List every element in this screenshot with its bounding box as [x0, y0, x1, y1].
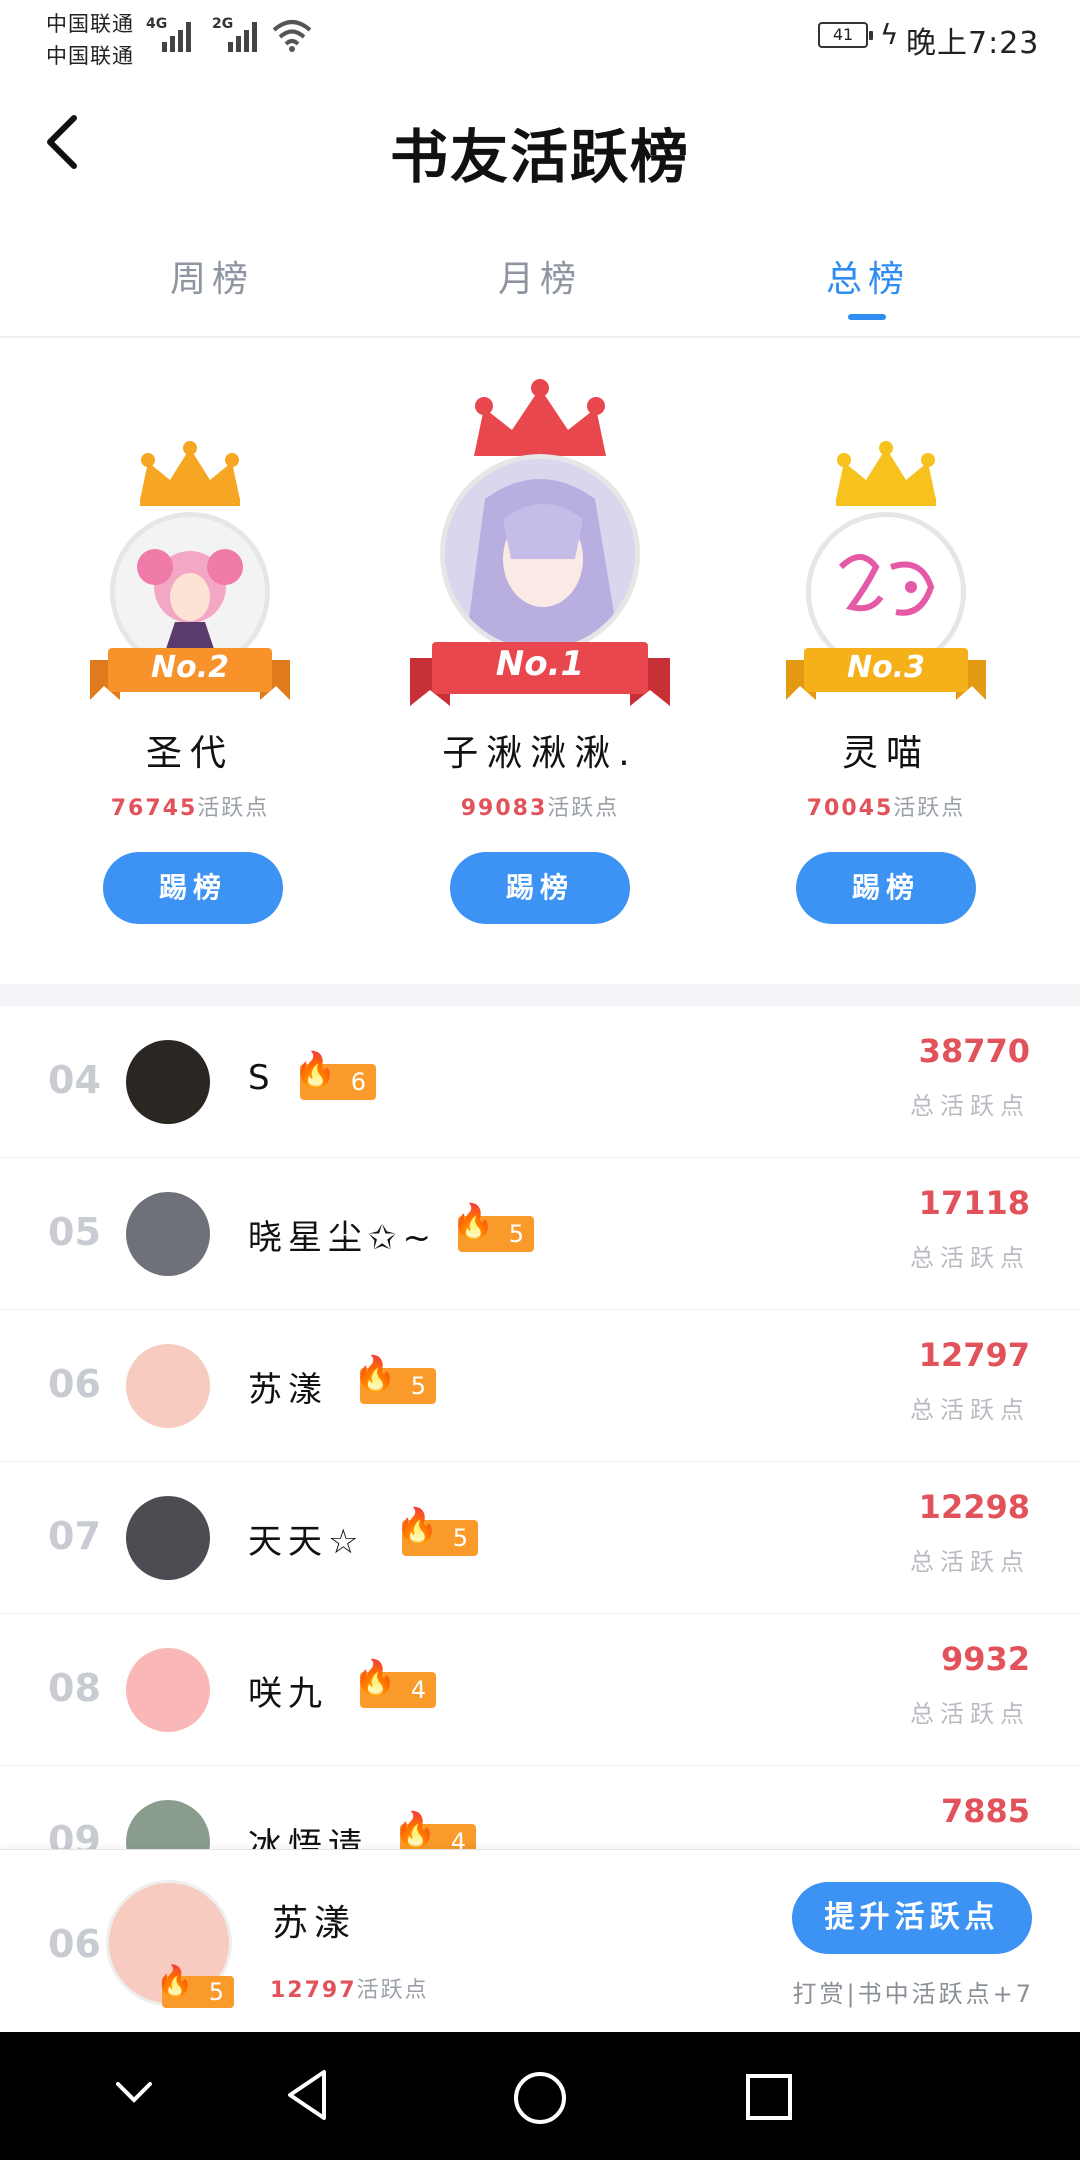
level-badge: 🔥 5: [354, 1356, 436, 1404]
level-badge: 🔥 5: [156, 1966, 234, 2008]
avatar[interactable]: [126, 1344, 210, 1428]
kick-button[interactable]: 踢榜: [796, 852, 976, 924]
list-item[interactable]: 08 咲九 🔥 4 9932 总活跃点: [0, 1614, 1080, 1766]
signal-icon-2: [228, 14, 257, 52]
score-unit: 总活跃点: [910, 1700, 1030, 1728]
rank-number: 04: [48, 1058, 101, 1102]
podium-score: 99083: [460, 796, 548, 821]
user-name: S: [248, 1058, 276, 1098]
section-divider: [0, 984, 1080, 1006]
my-rank-bar: 06 🔥 5 苏漾 12797活跃点 提升活跃点 打赏|书中活跃点+7: [0, 1850, 1080, 2032]
list-item[interactable]: 04 S 🔥 6 38770 总活跃点: [0, 1006, 1080, 1158]
flame-icon: 🔥: [394, 1810, 437, 1850]
score: 38770: [918, 1032, 1030, 1070]
score: 9932: [940, 1640, 1030, 1678]
user-name: 冰悟请: [248, 1826, 368, 1850]
rank-number: 09: [48, 1818, 101, 1850]
kick-button[interactable]: 踢榜: [103, 852, 283, 924]
user-name: 苏漾: [248, 1370, 328, 1410]
tab-total[interactable]: 总榜: [778, 250, 958, 302]
score: 12298: [918, 1488, 1030, 1526]
tab-bar: 周榜 月榜 总榜: [0, 250, 1080, 320]
avatar-image: [445, 459, 635, 649]
podium-score: 76745: [110, 796, 198, 821]
rank-number: 05: [48, 1210, 101, 1254]
podium-name: 灵喵: [841, 733, 930, 774]
level-badge: 🔥 4: [394, 1812, 476, 1849]
charging-icon: ϟ: [880, 18, 899, 51]
crown-icon: [140, 441, 240, 506]
podium-name: 圣代: [145, 733, 234, 774]
podium-name: 子湫湫湫.: [442, 733, 638, 774]
rank-badge: No.2: [151, 650, 229, 685]
level-badge: 🔥 5: [396, 1508, 478, 1556]
level-badge: 🔥 4: [354, 1660, 436, 1708]
my-score-unit: 活跃点: [356, 1978, 429, 2003]
carrier-1: 中国联通: [46, 12, 134, 36]
clock: 晚上7:23: [906, 26, 1040, 61]
podium-score-unit: 活跃点: [547, 796, 620, 821]
signal-icon: [162, 14, 191, 52]
kick-button[interactable]: 踢榜: [450, 852, 630, 924]
user-name: 天天☆: [248, 1522, 365, 1562]
system-nav-bar: [0, 2032, 1080, 2160]
tab-monthly[interactable]: 月榜: [450, 250, 630, 302]
podium-score: 70045: [806, 796, 894, 821]
boost-tip: 打赏|书中活跃点+7: [792, 1980, 1034, 2008]
crown-icon: [836, 441, 936, 506]
list-item[interactable]: 05 晓星尘✩~ 🔥 5 17118 总活跃点: [0, 1158, 1080, 1310]
flame-icon: 🔥: [156, 1964, 194, 1999]
rank-number: 06: [48, 1362, 101, 1406]
score: 7885: [940, 1792, 1030, 1830]
avatar[interactable]: [126, 1648, 210, 1732]
rank-number: 08: [48, 1666, 101, 1710]
podium-score-unit: 活跃点: [893, 796, 966, 821]
list-item[interactable]: 07 天天☆ 🔥 5 12298 总活跃点: [0, 1462, 1080, 1614]
avatar[interactable]: [126, 1800, 210, 1849]
nav-collapse-icon[interactable]: [114, 2080, 154, 2104]
my-rank-number: 06: [48, 1922, 101, 1966]
rank-badge: No.3: [847, 650, 925, 685]
my-score: 12797: [270, 1978, 357, 2003]
level-badge: 🔥 5: [452, 1204, 534, 1252]
user-name: 晓星尘✩~: [248, 1218, 437, 1258]
list-item[interactable]: 06 苏漾 🔥 5 12797 总活跃点: [0, 1310, 1080, 1462]
avatar[interactable]: [440, 454, 640, 654]
flame-icon: 🔥: [396, 1506, 439, 1546]
score: 12797: [918, 1336, 1030, 1374]
score: 17118: [918, 1184, 1030, 1222]
avatar[interactable]: [126, 1192, 210, 1276]
flame-icon: 🔥: [452, 1202, 495, 1242]
nav-home-icon[interactable]: [512, 2070, 568, 2126]
avatar[interactable]: [126, 1040, 210, 1124]
tab-active-indicator: [848, 314, 886, 320]
battery-icon: 41: [818, 22, 873, 48]
level-badge: 🔥 6: [294, 1052, 376, 1100]
nav-back-icon[interactable]: [284, 2068, 332, 2122]
carrier-2: 中国联通: [46, 44, 134, 68]
my-name: 苏漾: [272, 1903, 357, 1944]
boost-activity-button[interactable]: 提升活跃点: [792, 1882, 1032, 1954]
status-bar: 中国联通 中国联通 4G 2G 41 ϟ 晚上7:23: [0, 0, 1080, 70]
score-unit: 总活跃点: [910, 1548, 1030, 1576]
nav-recent-icon[interactable]: [744, 2072, 794, 2122]
flame-icon: 🔥: [294, 1050, 337, 1090]
flame-icon: 🔥: [354, 1354, 397, 1394]
flame-icon: 🔥: [354, 1658, 397, 1698]
score-unit: 总活跃点: [910, 1092, 1030, 1120]
rank-number: 07: [48, 1514, 101, 1558]
podium-score-unit: 活跃点: [197, 796, 270, 821]
tab-weekly[interactable]: 周榜: [122, 250, 302, 302]
divider: [0, 336, 1080, 338]
score-unit: 总活跃点: [910, 1244, 1030, 1272]
score-unit: 总活跃点: [910, 1396, 1030, 1424]
page-title: 书友活跃榜: [389, 123, 690, 191]
rank-badge: No.1: [495, 644, 585, 684]
avatar[interactable]: [126, 1496, 210, 1580]
user-name: 咲九: [248, 1674, 328, 1714]
list-item[interactable]: 09 冰悟请 🔥 4 7885: [0, 1766, 1080, 1850]
wifi-icon: [272, 20, 312, 52]
